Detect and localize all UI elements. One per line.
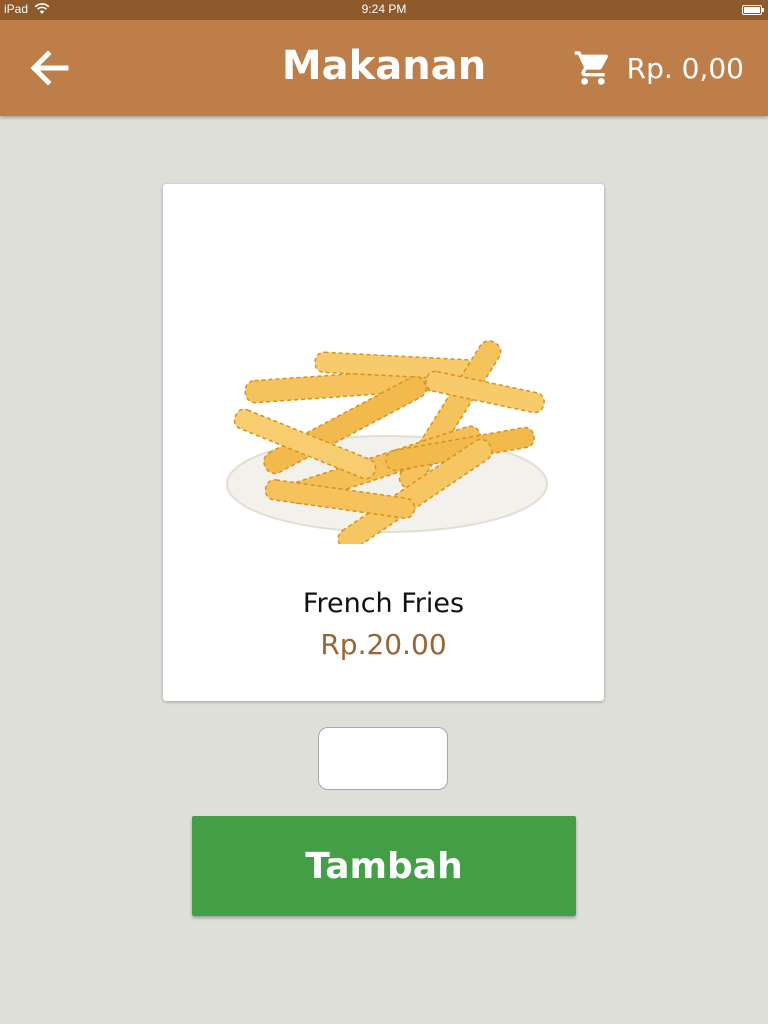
product-name: French Fries <box>302 588 465 619</box>
shopping-cart-icon <box>574 51 608 85</box>
status-time: 9:24 PM <box>361 2 407 16</box>
cart-total: Rp. 0,00 <box>626 51 744 85</box>
app-bar: Makanan Rp. 0,00 <box>0 20 768 116</box>
add-button[interactable]: Tambah <box>192 816 576 916</box>
product-price: Rp.20.00 <box>320 628 447 661</box>
french-fries-image <box>226 340 548 544</box>
product-card: French Fries Rp.20.00 <box>163 184 604 701</box>
cart-button[interactable]: Rp. 0,00 <box>573 46 744 90</box>
quantity-input[interactable] <box>318 727 448 790</box>
battery-icon <box>742 5 764 15</box>
status-bar: iPad 9:24 PM <box>0 0 768 20</box>
